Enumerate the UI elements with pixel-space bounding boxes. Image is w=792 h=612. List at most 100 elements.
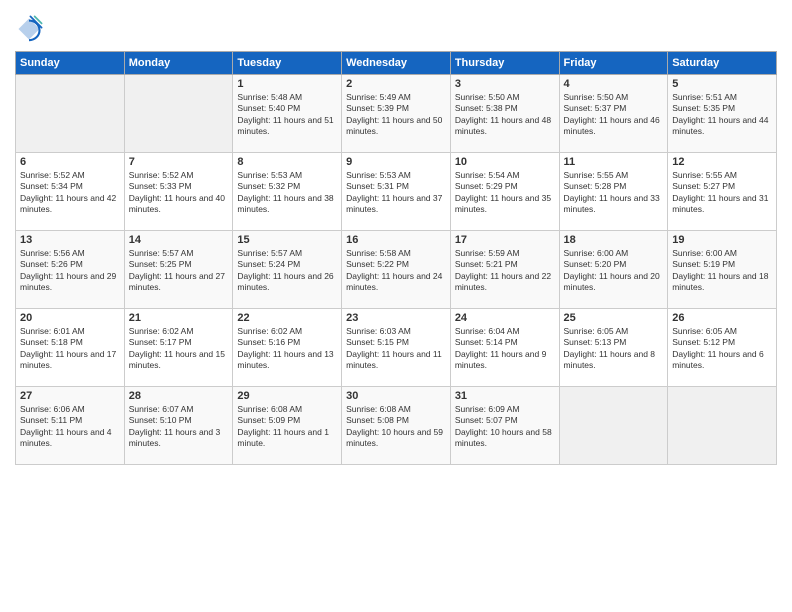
day-number: 21 (129, 312, 229, 324)
day-number: 7 (129, 156, 229, 168)
day-number: 31 (455, 390, 555, 402)
day-cell: 10 Sunrise: 5:54 AMSunset: 5:29 PMDayligh… (450, 153, 559, 231)
weekday-monday: Monday (124, 52, 233, 75)
day-cell (124, 75, 233, 153)
day-number: 14 (129, 234, 229, 246)
day-detail: Sunrise: 6:05 AMSunset: 5:12 PMDaylight:… (672, 326, 772, 372)
day-number: 2 (346, 78, 446, 90)
day-number: 8 (237, 156, 337, 168)
day-number: 6 (20, 156, 120, 168)
day-detail: Sunrise: 5:57 AMSunset: 5:25 PMDaylight:… (129, 248, 229, 294)
day-detail: Sunrise: 5:53 AMSunset: 5:31 PMDaylight:… (346, 170, 446, 216)
day-number: 25 (564, 312, 664, 324)
day-detail: Sunrise: 6:02 AMSunset: 5:17 PMDaylight:… (129, 326, 229, 372)
day-cell: 18Sunrise: 6:00 AMSunset: 5:20 PMDayligh… (559, 231, 668, 309)
week-row-3: 13 Sunrise: 5:56 AMSunset: 5:26 PMDayligh… (16, 231, 777, 309)
day-detail: Sunrise: 5:59 AMSunset: 5:21 PMDaylight:… (455, 248, 555, 294)
day-cell: 17Sunrise: 5:59 AMSunset: 5:21 PMDayligh… (450, 231, 559, 309)
day-detail: Sunrise: 6:06 AMSunset: 5:11 PMDaylight:… (20, 404, 120, 450)
day-detail: Sunrise: 5:50 AMSunset: 5:37 PMDaylight:… (564, 92, 664, 138)
day-cell: 6 Sunrise: 5:52 AMSunset: 5:34 PMDaylight… (16, 153, 125, 231)
day-number: 10 (455, 156, 555, 168)
calendar-container: SundayMondayTuesdayWednesdayThursdayFrid… (0, 0, 792, 470)
calendar-table: SundayMondayTuesdayWednesdayThursdayFrid… (15, 51, 777, 465)
day-number: 16 (346, 234, 446, 246)
day-detail: Sunrise: 6:07 AMSunset: 5:10 PMDaylight:… (129, 404, 229, 450)
day-detail: Sunrise: 6:09 AMSunset: 5:07 PMDaylight:… (455, 404, 555, 450)
weekday-sunday: Sunday (16, 52, 125, 75)
day-cell: 13 Sunrise: 5:56 AMSunset: 5:26 PMDayligh… (16, 231, 125, 309)
day-cell: 20 Sunrise: 6:01 AMSunset: 5:18 PMDayligh… (16, 309, 125, 387)
day-number: 27 (20, 390, 120, 402)
day-detail: Sunrise: 6:04 AMSunset: 5:14 PMDaylight:… (455, 326, 555, 372)
day-cell (668, 387, 777, 465)
day-number: 29 (237, 390, 337, 402)
day-cell: 15 Sunrise: 5:57 AMSunset: 5:24 PMDayligh… (233, 231, 342, 309)
day-number: 1 (237, 78, 337, 90)
day-cell: 16Sunrise: 5:58 AMSunset: 5:22 PMDayligh… (342, 231, 451, 309)
day-cell: 14 Sunrise: 5:57 AMSunset: 5:25 PMDayligh… (124, 231, 233, 309)
day-cell: 3Sunrise: 5:50 AMSunset: 5:38 PMDaylight… (450, 75, 559, 153)
day-detail: Sunrise: 5:52 AMSunset: 5:34 PMDaylight:… (20, 170, 120, 216)
day-detail: Sunrise: 5:50 AMSunset: 5:38 PMDaylight:… (455, 92, 555, 138)
day-number: 23 (346, 312, 446, 324)
day-cell: 5Sunrise: 5:51 AMSunset: 5:35 PMDaylight… (668, 75, 777, 153)
day-cell: 31 Sunrise: 6:09 AMSunset: 5:07 PMDayligh… (450, 387, 559, 465)
day-number: 26 (672, 312, 772, 324)
day-cell: 24 Sunrise: 6:04 AMSunset: 5:14 PMDayligh… (450, 309, 559, 387)
weekday-wednesday: Wednesday (342, 52, 451, 75)
week-row-5: 27 Sunrise: 6:06 AMSunset: 5:11 PMDayligh… (16, 387, 777, 465)
day-cell: 23Sunrise: 6:03 AMSunset: 5:15 PMDayligh… (342, 309, 451, 387)
day-number: 30 (346, 390, 446, 402)
day-number: 22 (237, 312, 337, 324)
header (15, 10, 777, 43)
weekday-saturday: Saturday (668, 52, 777, 75)
day-cell (559, 387, 668, 465)
day-cell: 25 Sunrise: 6:05 AMSunset: 5:13 PMDayligh… (559, 309, 668, 387)
day-number: 15 (237, 234, 337, 246)
day-cell: 1 Sunrise: 5:48 AMSunset: 5:40 PMDaylight… (233, 75, 342, 153)
weekday-thursday: Thursday (450, 52, 559, 75)
weekday-friday: Friday (559, 52, 668, 75)
day-cell: 2 Sunrise: 5:49 AMSunset: 5:39 PMDaylight… (342, 75, 451, 153)
day-number: 12 (672, 156, 772, 168)
day-detail: Sunrise: 5:53 AMSunset: 5:32 PMDaylight:… (237, 170, 337, 216)
day-detail: Sunrise: 5:49 AMSunset: 5:39 PMDaylight:… (346, 92, 446, 138)
weekday-header-row: SundayMondayTuesdayWednesdayThursdayFrid… (16, 52, 777, 75)
day-detail: Sunrise: 6:08 AMSunset: 5:09 PMDaylight:… (237, 404, 337, 450)
day-cell: 8 Sunrise: 5:53 AMSunset: 5:32 PMDaylight… (233, 153, 342, 231)
day-detail: Sunrise: 5:51 AMSunset: 5:35 PMDaylight:… (672, 92, 772, 138)
logo-icon (15, 15, 43, 43)
day-detail: Sunrise: 5:54 AMSunset: 5:29 PMDaylight:… (455, 170, 555, 216)
day-cell: 27 Sunrise: 6:06 AMSunset: 5:11 PMDayligh… (16, 387, 125, 465)
week-row-1: 1 Sunrise: 5:48 AMSunset: 5:40 PMDaylight… (16, 75, 777, 153)
day-detail: Sunrise: 6:08 AMSunset: 5:08 PMDaylight:… (346, 404, 446, 450)
day-cell: 28Sunrise: 6:07 AMSunset: 5:10 PMDayligh… (124, 387, 233, 465)
day-number: 11 (564, 156, 664, 168)
week-row-2: 6 Sunrise: 5:52 AMSunset: 5:34 PMDaylight… (16, 153, 777, 231)
day-cell (16, 75, 125, 153)
day-detail: Sunrise: 6:05 AMSunset: 5:13 PMDaylight:… (564, 326, 664, 372)
day-detail: Sunrise: 5:56 AMSunset: 5:26 PMDaylight:… (20, 248, 120, 294)
day-detail: Sunrise: 5:52 AMSunset: 5:33 PMDaylight:… (129, 170, 229, 216)
week-row-4: 20 Sunrise: 6:01 AMSunset: 5:18 PMDayligh… (16, 309, 777, 387)
day-number: 24 (455, 312, 555, 324)
day-detail: Sunrise: 5:48 AMSunset: 5:40 PMDaylight:… (237, 92, 337, 138)
day-detail: Sunrise: 6:00 AMSunset: 5:20 PMDaylight:… (564, 248, 664, 294)
day-number: 19 (672, 234, 772, 246)
day-cell: 21 Sunrise: 6:02 AMSunset: 5:17 PMDayligh… (124, 309, 233, 387)
weekday-tuesday: Tuesday (233, 52, 342, 75)
day-number: 13 (20, 234, 120, 246)
day-cell: 19 Sunrise: 6:00 AMSunset: 5:19 PMDayligh… (668, 231, 777, 309)
logo (15, 15, 47, 43)
day-cell: 7 Sunrise: 5:52 AMSunset: 5:33 PMDaylight… (124, 153, 233, 231)
day-cell: 12Sunrise: 5:55 AMSunset: 5:27 PMDayligh… (668, 153, 777, 231)
day-detail: Sunrise: 5:57 AMSunset: 5:24 PMDaylight:… (237, 248, 337, 294)
day-number: 20 (20, 312, 120, 324)
day-detail: Sunrise: 6:01 AMSunset: 5:18 PMDaylight:… (20, 326, 120, 372)
day-cell: 30 Sunrise: 6:08 AMSunset: 5:08 PMDayligh… (342, 387, 451, 465)
day-cell: 22 Sunrise: 6:02 AMSunset: 5:16 PMDayligh… (233, 309, 342, 387)
day-cell: 11Sunrise: 5:55 AMSunset: 5:28 PMDayligh… (559, 153, 668, 231)
day-detail: Sunrise: 6:02 AMSunset: 5:16 PMDaylight:… (237, 326, 337, 372)
day-detail: Sunrise: 6:00 AMSunset: 5:19 PMDaylight:… (672, 248, 772, 294)
